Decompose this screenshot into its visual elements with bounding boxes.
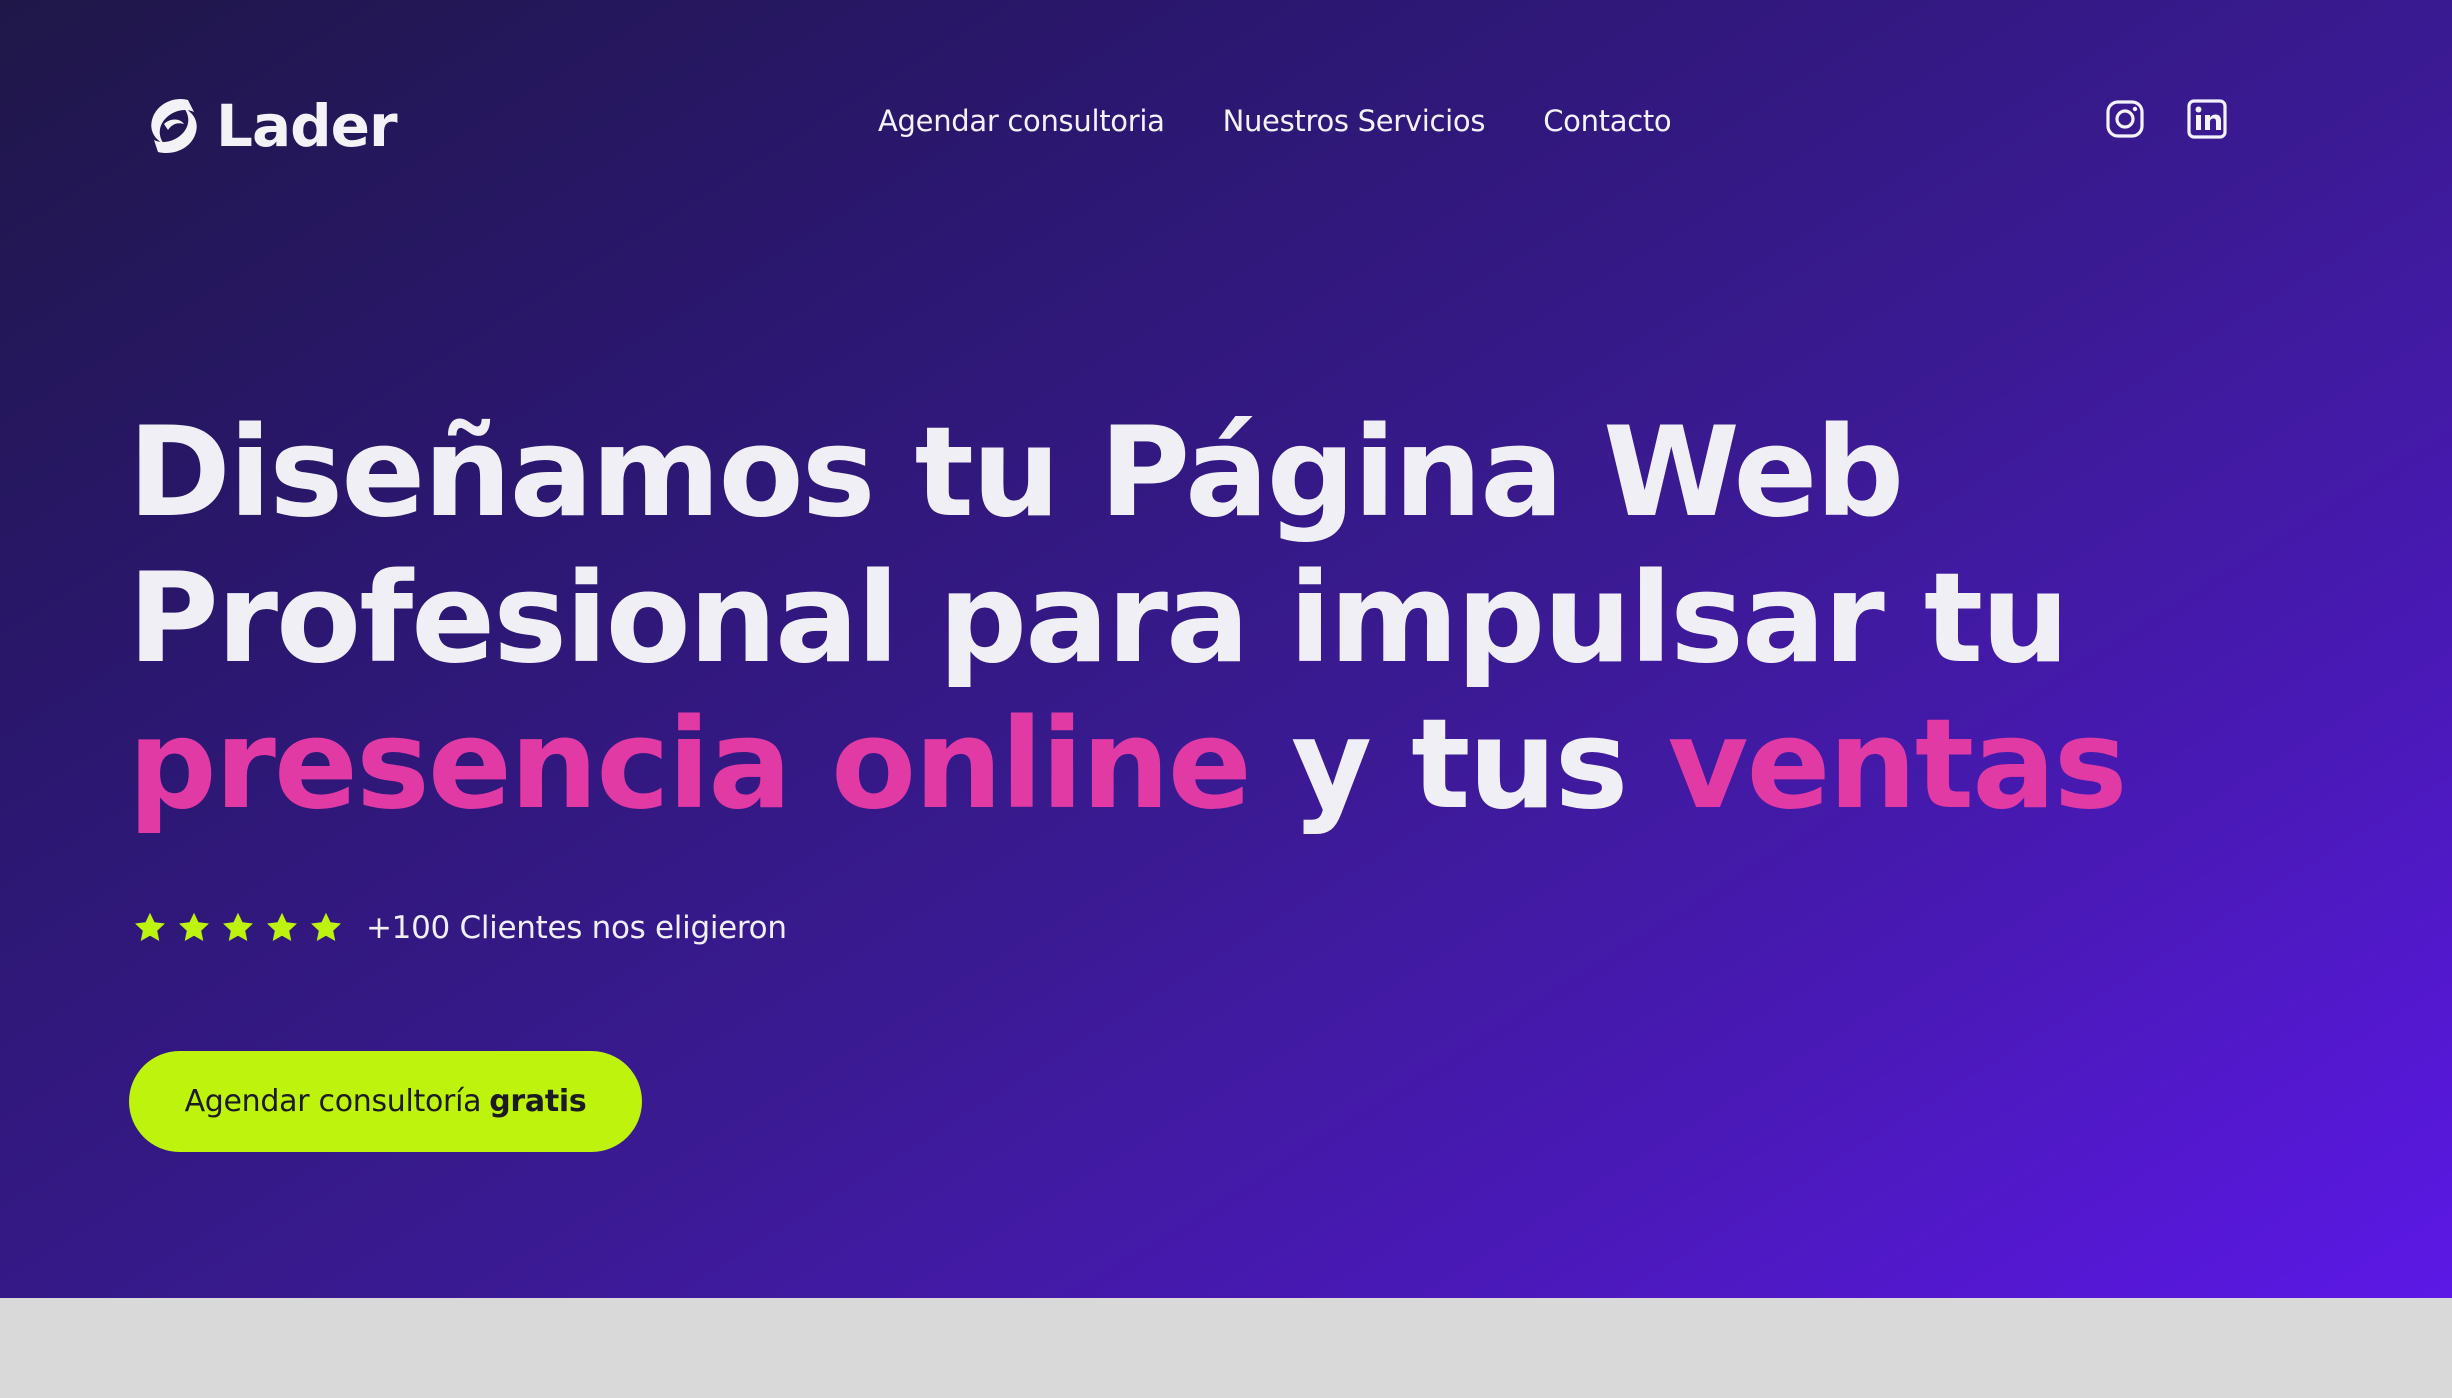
instagram-icon[interactable] [2104, 98, 2146, 140]
star-icon [135, 912, 165, 942]
main-nav: Agendar consultoria Nuestros Servicios C… [878, 104, 1672, 138]
headline-line-3: presencia online y tus ventas [128, 692, 2368, 838]
lader-swirl-logo-icon [151, 98, 197, 154]
hero-section: Lader Agendar consultoria Nuestros Servi… [0, 0, 2452, 1298]
headline-line-1: Diseñamos tu Página Web [128, 401, 1904, 545]
nav-item-contacto[interactable]: Contacto [1543, 104, 1671, 138]
nav-item-nuestros-servicios[interactable]: Nuestros Servicios [1223, 104, 1486, 138]
agendar-consultoria-gratis-button[interactable]: Agendar consultoría gratis [129, 1051, 642, 1152]
brand-logo[interactable]: Lader [144, 90, 398, 162]
brand-name: Lader [216, 92, 398, 160]
rating-text: +100 Clientes nos eligieron [366, 910, 787, 946]
star-icon [311, 912, 341, 942]
nav-item-agendar-consultoria[interactable]: Agendar consultoria [878, 104, 1165, 138]
cta-label-regular: Agendar consultoría [184, 1084, 482, 1119]
client-rating: +100 Clientes nos eligieron [132, 910, 787, 946]
hero-headline: Diseñamos tu Página Web Profesional para… [128, 400, 2368, 838]
linkedin-icon[interactable] [2186, 98, 2228, 140]
headline-highlight-ventas: ventas [1667, 693, 2128, 837]
star-icon [179, 912, 209, 942]
next-section-band [0, 1298, 2452, 1398]
star-icon [267, 912, 297, 942]
star-icon [223, 912, 253, 942]
headline-line-2: Profesional para impulsar tu [128, 547, 2069, 691]
headline-highlight-presencia-online: presencia online [128, 693, 1252, 837]
cta-label-bold: gratis [489, 1084, 587, 1119]
rating-stars [132, 910, 344, 946]
social-links [2104, 98, 2228, 140]
headline-connector: y tus [1249, 693, 1668, 837]
